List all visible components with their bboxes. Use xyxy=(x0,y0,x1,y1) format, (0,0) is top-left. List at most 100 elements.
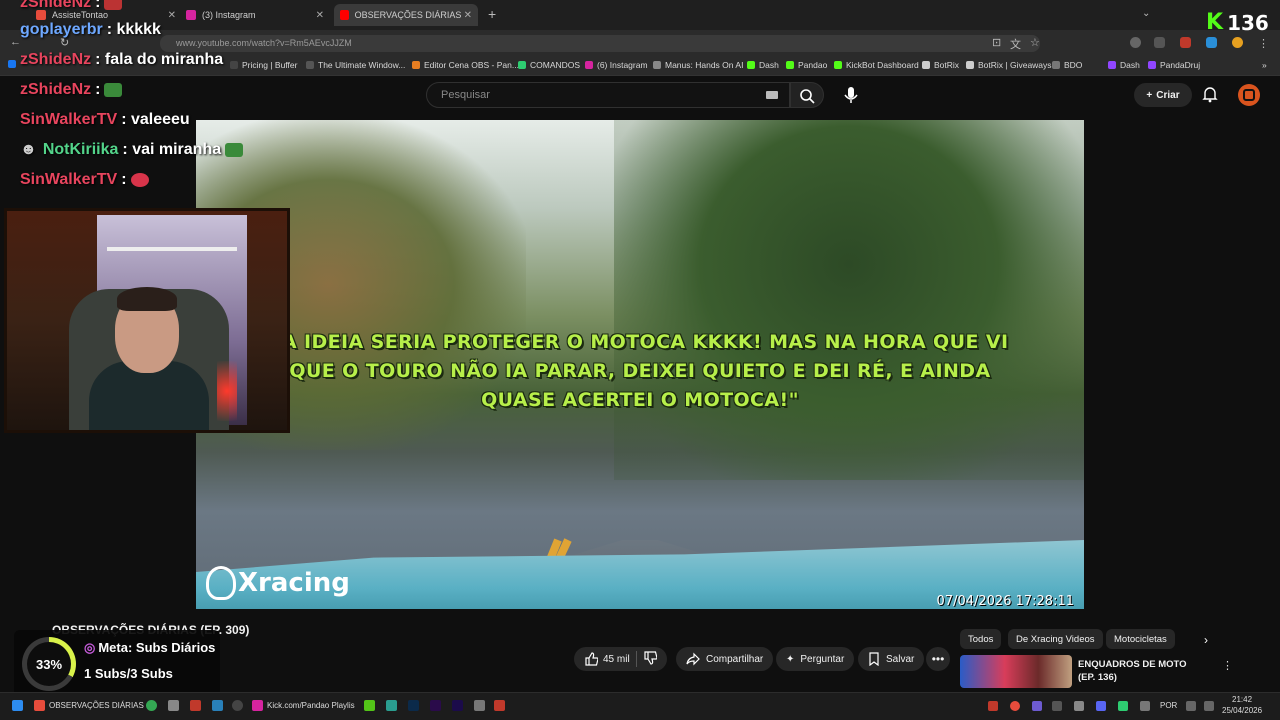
chat-message: zShideNz: xyxy=(20,81,123,99)
tab-instagram[interactable]: (3) Instagram ✕ xyxy=(186,4,324,26)
chat-message: zShideNz: xyxy=(20,0,123,12)
after-effects-icon[interactable] xyxy=(430,700,441,711)
new-tab-button[interactable]: + xyxy=(488,6,496,22)
bookmark-item[interactable]: KickBot Dashboard xyxy=(834,60,919,70)
windows-start-icon[interactable] xyxy=(12,700,23,711)
bookmark-item[interactable]: (6) Instagram xyxy=(585,60,648,70)
bookmark-item[interactable]: PandaDruj xyxy=(1148,60,1200,70)
video-timestamp: 07/04/2026 17:28:11 xyxy=(936,594,1074,609)
microphone-icon[interactable] xyxy=(1140,701,1150,711)
tray-icon[interactable] xyxy=(1052,701,1062,711)
volume-icon[interactable] xyxy=(1204,701,1214,711)
extension-icon[interactable] xyxy=(1206,37,1217,48)
taskbar-item[interactable]: Kick.com/Pandao Playlis xyxy=(252,700,355,711)
chrome-icon[interactable] xyxy=(146,700,157,711)
taskbar-item[interactable]: OBSERVAÇÕES DIÁRIAS xyxy=(34,700,144,711)
url-field[interactable]: www.youtube.com/watch?v=Rm5AEvcJJZM xyxy=(160,35,1040,52)
close-icon[interactable]: ✕ xyxy=(168,10,176,21)
menu-dots-icon[interactable]: ⋮ xyxy=(1258,37,1269,50)
notifications-button[interactable] xyxy=(1200,84,1220,104)
network-icon[interactable] xyxy=(1186,701,1196,711)
bookmark-item[interactable]: COMANDOS xyxy=(518,60,580,70)
bookmark-folder[interactable]: BDO xyxy=(1052,60,1082,70)
ask-button[interactable]: ✦ Perguntar xyxy=(776,647,855,671)
app-icon[interactable] xyxy=(474,700,485,711)
xracing-watermark: Xracing xyxy=(206,566,350,600)
video-player[interactable]: "A IDEIA SERIA PROTEGER O MOTOCA KKKK! M… xyxy=(196,120,1084,609)
bookmark-item[interactable]: BotRix xyxy=(922,60,959,70)
extension-badge-icon[interactable] xyxy=(1180,37,1191,48)
bookmark-icon xyxy=(869,652,879,666)
more-vert-icon[interactable]: ⋮ xyxy=(1222,659,1233,672)
search-input[interactable]: Pesquisar xyxy=(426,82,790,108)
app-icon[interactable] xyxy=(494,700,505,711)
app-icon[interactable] xyxy=(168,700,179,711)
bookmark-star-icon[interactable]: ☆ xyxy=(1030,36,1040,49)
chevron-right-icon[interactable]: » xyxy=(1262,60,1267,70)
close-icon[interactable]: ✕ xyxy=(464,10,472,21)
app-icon[interactable] xyxy=(386,700,397,711)
app-icon[interactable] xyxy=(212,700,223,711)
search-button[interactable] xyxy=(790,82,824,108)
bookmark-item[interactable]: Dash xyxy=(1108,60,1140,70)
bookmark-icon xyxy=(306,61,314,69)
system-clock[interactable]: 21:42 25/04/2026 xyxy=(1222,694,1262,716)
puzzle-icon[interactable] xyxy=(1154,37,1165,48)
discord-icon[interactable] xyxy=(1096,701,1106,711)
kick-viewer-badge: K 136 xyxy=(1206,10,1269,35)
chat-message: zShideNz: fala do miranha xyxy=(20,51,224,68)
helmet-icon xyxy=(206,566,236,600)
avatar[interactable] xyxy=(1238,84,1260,106)
app-icon[interactable] xyxy=(364,700,375,711)
tray-icon[interactable] xyxy=(1010,701,1020,711)
photoshop-icon[interactable] xyxy=(408,700,419,711)
profile-icon[interactable] xyxy=(1232,37,1243,48)
microphone-button[interactable] xyxy=(838,82,864,108)
goal-progress-ring: 33% xyxy=(22,637,76,691)
app-icon[interactable] xyxy=(190,700,201,711)
tab-youtube-active[interactable]: OBSERVAÇÕES DIÁRIAS (EP. ✕ xyxy=(334,4,478,26)
translate-icon[interactable]: 文 xyxy=(1010,36,1021,52)
close-icon[interactable]: ✕ xyxy=(316,10,324,21)
bookmark-item[interactable]: Dash xyxy=(747,60,779,70)
facebook-icon[interactable] xyxy=(8,60,20,68)
plus-icon: + xyxy=(1146,89,1153,101)
share-button[interactable]: Compartilhar xyxy=(676,647,774,671)
video-thumbnail[interactable] xyxy=(960,655,1072,688)
install-app-icon[interactable]: ⊡ xyxy=(992,36,1001,49)
tag-chip-todos[interactable]: Todos xyxy=(960,629,1002,649)
obs-icon[interactable] xyxy=(232,700,243,711)
bookmark-item[interactable]: The Ultimate Window... xyxy=(306,60,405,70)
bookmark-item[interactable]: Editor Cena OBS - Pan... xyxy=(412,60,519,70)
bookmark-item[interactable]: BotRix | Giveaways xyxy=(966,60,1052,70)
chevron-up-icon[interactable] xyxy=(1074,701,1084,711)
tray-icon[interactable] xyxy=(1032,701,1042,711)
tag-chip-motocicletas[interactable]: Motocicletas xyxy=(1106,629,1175,649)
twitch-icon xyxy=(1108,61,1116,69)
bookmark-icon xyxy=(966,61,974,69)
clock-time: 21:42 xyxy=(1232,695,1253,704)
keyboard-icon[interactable] xyxy=(766,91,778,99)
more-actions-button[interactable]: ••• xyxy=(926,647,950,671)
save-button[interactable]: Salvar xyxy=(858,647,925,671)
tab-search-chevron-icon[interactable]: ⌄ xyxy=(1142,8,1150,19)
tray-icon[interactable] xyxy=(988,701,998,711)
tray-icon[interactable] xyxy=(1118,701,1128,711)
tag-chip-xracing[interactable]: De Xracing Videos xyxy=(1008,629,1103,649)
bookmark-icon xyxy=(518,61,526,69)
extension-icon[interactable] xyxy=(1130,37,1141,48)
premiere-icon[interactable] xyxy=(452,700,463,711)
like-button[interactable]: 45 mil xyxy=(584,652,630,666)
bookmark-item[interactable]: Pandao xyxy=(786,60,827,70)
subs-goal-widget: 33% ◎ Meta: Subs Diários 1 Subs/3 Subs xyxy=(14,630,220,700)
bookmark-item[interactable]: Manus: Hands On AI xyxy=(653,60,743,70)
bookmark-item[interactable]: Pricing | Buffer xyxy=(230,60,297,70)
kick-icon xyxy=(786,61,794,69)
thumbs-up-icon xyxy=(585,652,598,666)
chevron-right-icon[interactable]: › xyxy=(1204,633,1208,647)
create-button[interactable]: + Criar xyxy=(1134,83,1192,107)
suggested-video-title[interactable]: ENQUADROS DE MOTO (EP. 136) xyxy=(1078,658,1206,684)
dislike-button[interactable] xyxy=(643,650,658,668)
language-indicator[interactable]: POR xyxy=(1160,701,1177,710)
sparkle-icon: ✦ xyxy=(786,653,795,665)
